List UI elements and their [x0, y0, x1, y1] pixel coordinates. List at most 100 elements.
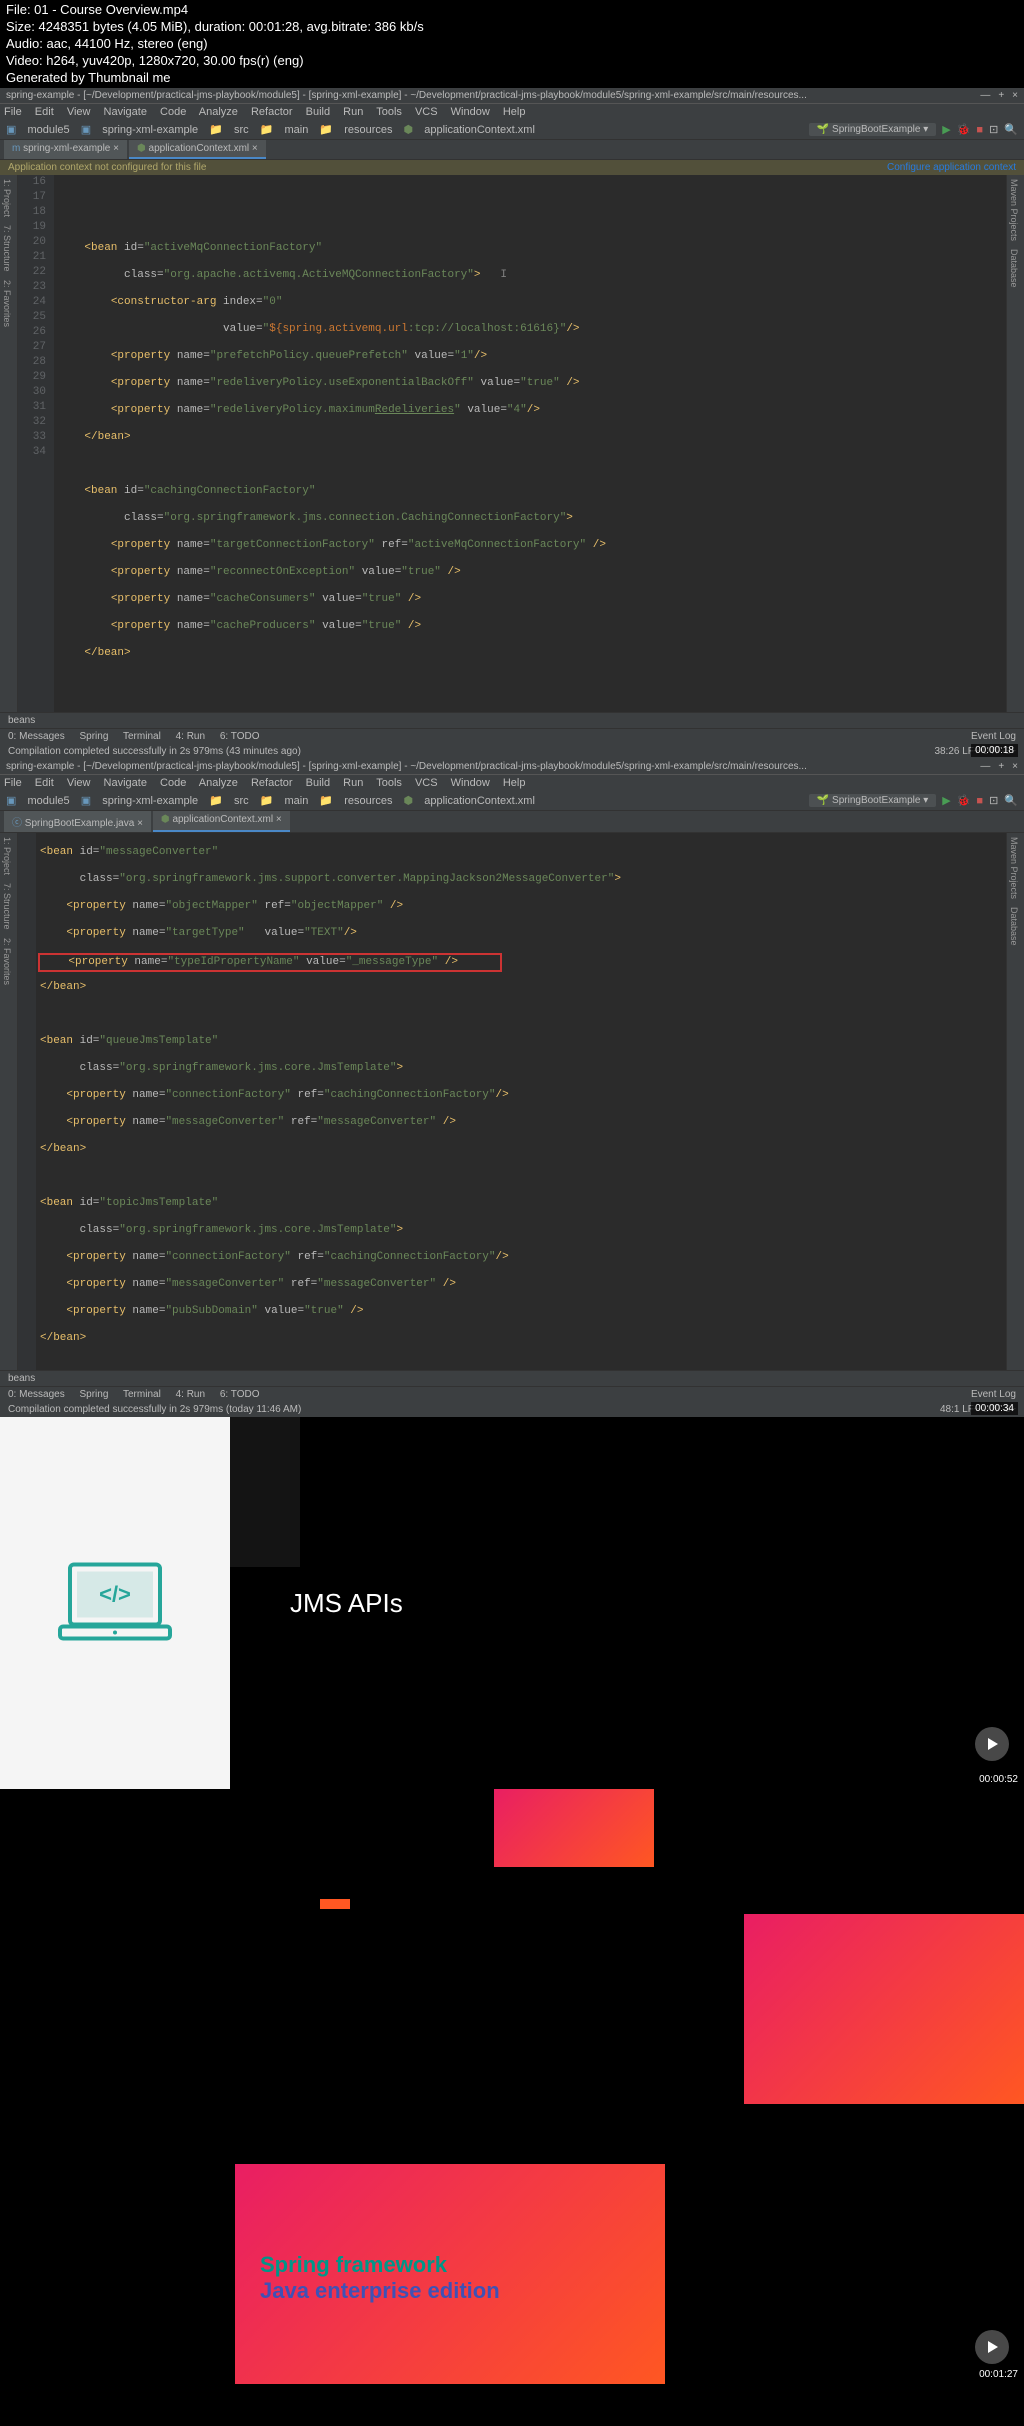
run-config-dropdown[interactable]: 🌱 SpringBootExample ▾: [809, 123, 936, 136]
close-icon[interactable]: ×: [1012, 761, 1018, 772]
minimize-icon[interactable]: —: [980, 90, 990, 101]
maximize-icon[interactable]: +: [998, 90, 1004, 101]
terminal-tool[interactable]: Terminal: [123, 1389, 161, 1400]
play-overlay-icon[interactable]: [975, 2330, 1009, 2364]
run-button[interactable]: ▶: [942, 123, 950, 136]
breadcrumb-src[interactable]: src: [234, 124, 249, 136]
tab-spring-xml-example[interactable]: m spring-xml-example ×: [4, 140, 127, 159]
breadcrumb-main[interactable]: main: [285, 124, 309, 136]
menu-edit[interactable]: Edit: [35, 106, 54, 118]
menu-code[interactable]: Code: [160, 777, 186, 789]
beans-tab[interactable]: beans: [0, 1370, 1024, 1386]
slide-left-illustration: </>: [0, 1417, 230, 1789]
tab-springboot-example[interactable]: ⓒ SpringBootExample.java ×: [4, 811, 151, 832]
configure-context-link[interactable]: Configure application context: [887, 162, 1016, 173]
maven-tool-label[interactable]: Maven Projects: [1007, 175, 1021, 245]
menu-window[interactable]: Window: [451, 106, 490, 118]
menu-build[interactable]: Build: [306, 777, 330, 789]
menu-file[interactable]: File: [4, 777, 22, 789]
editor-area[interactable]: <bean id="messageConverter" class="org.s…: [36, 833, 1006, 1370]
tab-application-context[interactable]: ⬢ applicationContext.xml ×: [153, 811, 290, 832]
run-tool[interactable]: 4: Run: [176, 1389, 205, 1400]
right-tool-panel[interactable]: Maven Projects Database: [1006, 833, 1024, 1370]
terminal-tool[interactable]: Terminal: [123, 731, 161, 742]
menu-help[interactable]: Help: [503, 106, 526, 118]
messages-tool[interactable]: 0: Messages: [8, 1389, 65, 1400]
folder-icon: ▣: [81, 795, 91, 807]
project-tool-label[interactable]: 1: Project: [0, 833, 14, 879]
breadcrumb-file[interactable]: applicationContext.xml: [424, 795, 535, 807]
menu-analyze[interactable]: Analyze: [199, 106, 238, 118]
menu-navigate[interactable]: Navigate: [104, 106, 147, 118]
menu-view[interactable]: View: [67, 106, 91, 118]
breadcrumb-project[interactable]: spring-xml-example: [102, 124, 198, 136]
spring-tool[interactable]: Spring: [79, 1389, 108, 1400]
stop-button[interactable]: ■: [976, 124, 983, 136]
minimize-icon[interactable]: —: [980, 761, 990, 772]
breadcrumb-res[interactable]: resources: [344, 124, 392, 136]
menu-vcs[interactable]: VCS: [415, 106, 438, 118]
breadcrumb-res[interactable]: resources: [344, 795, 392, 807]
spring-tool[interactable]: Spring: [79, 731, 108, 742]
structure-tool-label[interactable]: 7: Structure: [0, 221, 14, 276]
menu-run[interactable]: Run: [343, 106, 363, 118]
close-icon[interactable]: ×: [1012, 90, 1018, 101]
debug-button[interactable]: 🐞: [957, 794, 971, 807]
structure-tool-label[interactable]: 7: Structure: [0, 879, 14, 934]
search-everywhere-icon[interactable]: 🔍: [1004, 794, 1018, 807]
menu-help[interactable]: Help: [503, 777, 526, 789]
menu-bar[interactable]: File Edit View Navigate Code Analyze Ref…: [0, 775, 1024, 791]
menu-edit[interactable]: Edit: [35, 777, 54, 789]
stop-button[interactable]: ■: [976, 795, 983, 807]
menu-file[interactable]: File: [4, 106, 22, 118]
maven-tool-label[interactable]: Maven Projects: [1007, 833, 1021, 903]
menu-tools[interactable]: Tools: [376, 106, 402, 118]
run-tool[interactable]: 4: Run: [176, 731, 205, 742]
breadcrumb-file[interactable]: applicationContext.xml: [424, 124, 535, 136]
menu-analyze[interactable]: Analyze: [199, 777, 238, 789]
favorites-tool-label[interactable]: 2: Favorites: [0, 276, 14, 331]
maximize-icon[interactable]: +: [998, 761, 1004, 772]
breadcrumb-project[interactable]: spring-xml-example: [102, 795, 198, 807]
left-tool-panel[interactable]: 1: Project 7: Structure 2: Favorites: [0, 833, 18, 1370]
editor-tabs: ⓒ SpringBootExample.java × ⬢ application…: [0, 811, 1024, 833]
event-log[interactable]: Event Log: [971, 1389, 1016, 1400]
event-log[interactable]: Event Log: [971, 731, 1016, 742]
menu-navigate[interactable]: Navigate: [104, 777, 147, 789]
menu-tools[interactable]: Tools: [376, 777, 402, 789]
menu-run[interactable]: Run: [343, 777, 363, 789]
project-tool-label[interactable]: 1: Project: [0, 175, 14, 221]
database-tool-label[interactable]: Database: [1007, 245, 1021, 292]
compile-status-text: Compilation completed successfully in 2s…: [8, 1404, 301, 1415]
menu-refactor[interactable]: Refactor: [251, 777, 293, 789]
todo-tool[interactable]: 6: TODO: [220, 731, 260, 742]
menu-view[interactable]: View: [67, 777, 91, 789]
debug-button[interactable]: 🐞: [957, 123, 971, 136]
beans-tab[interactable]: beans: [0, 712, 1024, 728]
breadcrumb-src[interactable]: src: [234, 795, 249, 807]
breadcrumb-module[interactable]: module5: [27, 124, 69, 136]
search-icon[interactable]: ⊡: [989, 794, 998, 807]
messages-tool[interactable]: 0: Messages: [8, 731, 65, 742]
menu-build[interactable]: Build: [306, 106, 330, 118]
editor-area[interactable]: <bean id="activeMqConnectionFactory" cla…: [54, 175, 1006, 712]
right-tool-panel[interactable]: Maven Projects Database: [1006, 175, 1024, 712]
search-everywhere-icon[interactable]: 🔍: [1004, 123, 1018, 136]
run-button[interactable]: ▶: [942, 794, 950, 807]
favorites-tool-label[interactable]: 2: Favorites: [0, 934, 14, 989]
left-tool-panel[interactable]: 1: Project 7: Structure 2: Favorites: [0, 175, 18, 712]
database-tool-label[interactable]: Database: [1007, 903, 1021, 950]
breadcrumb-module[interactable]: module5: [27, 795, 69, 807]
tab-application-context[interactable]: ⬢ applicationContext.xml ×: [129, 140, 266, 159]
menu-vcs[interactable]: VCS: [415, 777, 438, 789]
run-config-dropdown[interactable]: 🌱 SpringBootExample ▾: [809, 794, 936, 807]
menu-refactor[interactable]: Refactor: [251, 106, 293, 118]
search-icon[interactable]: ⊡: [989, 123, 998, 136]
breadcrumb-bar: ▣ module5 ▣ spring-xml-example 📁 src 📁 m…: [0, 120, 1024, 140]
menu-code[interactable]: Code: [160, 106, 186, 118]
menu-bar[interactable]: File Edit View Navigate Code Analyze Ref…: [0, 104, 1024, 120]
menu-window[interactable]: Window: [451, 777, 490, 789]
breadcrumb-main[interactable]: main: [285, 795, 309, 807]
module-icon: ▣: [6, 124, 16, 136]
todo-tool[interactable]: 6: TODO: [220, 1389, 260, 1400]
